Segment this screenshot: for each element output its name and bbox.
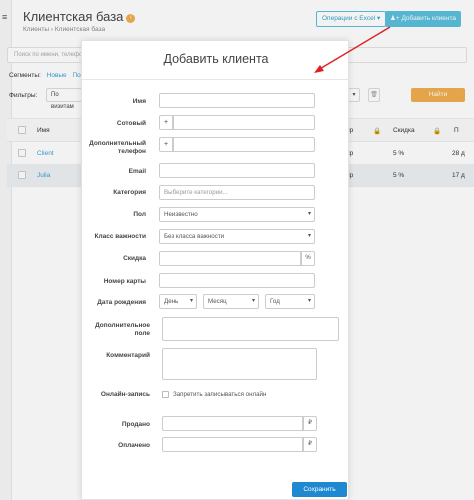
mobile-input[interactable]	[173, 115, 315, 130]
extra-field-label: Дополнительное поле	[95, 322, 150, 337]
discount-input[interactable]	[159, 251, 301, 266]
extra-phone-label: Дополнительный телефон	[89, 140, 146, 155]
extra-phone-prefix: +	[159, 137, 173, 152]
year-value: Год	[270, 298, 280, 305]
extra-field-textarea[interactable]	[162, 317, 339, 341]
percent-suffix: %	[301, 251, 315, 266]
gender-label: Пол	[133, 211, 146, 218]
chevron-down-icon: ▾	[251, 298, 255, 304]
category-select[interactable]: Выберите категории...	[159, 185, 315, 200]
chevron-down-icon: ▾	[307, 211, 311, 217]
chevron-down-icon: ▾	[307, 233, 311, 239]
birthday-label: Дата рождения	[97, 299, 146, 306]
day-value: День	[164, 298, 179, 305]
birthday-year-select[interactable]: Год ▾	[265, 294, 315, 309]
birthday-month-select[interactable]: Месяц ▾	[203, 294, 259, 309]
online-booking-label: Онлайн-запись	[100, 391, 150, 398]
comment-label: Комментарий	[106, 352, 150, 359]
sold-label: Продано	[121, 421, 150, 428]
mobile-label: Сотовый	[116, 120, 146, 127]
category-label: Категория	[113, 189, 146, 196]
online-booking-checkbox-label[interactable]: Запретить записываться онлайн	[173, 391, 266, 398]
save-button[interactable]: Сохранить	[292, 482, 347, 497]
chevron-down-icon: ▾	[307, 298, 311, 304]
extra-phone-input[interactable]	[173, 137, 315, 152]
ruble-suffix: ₽	[303, 437, 317, 452]
comment-textarea[interactable]	[162, 348, 317, 380]
name-label: Имя	[132, 98, 146, 105]
modal-title: Добавить клиента	[163, 52, 269, 66]
sold-input[interactable]	[162, 416, 303, 431]
importance-label: Класс важности	[94, 233, 147, 240]
paid-input[interactable]	[162, 437, 303, 452]
discount-label: Скидка	[123, 255, 146, 262]
email-label: Email	[128, 168, 146, 175]
birthday-day-select[interactable]: День ▾	[159, 294, 197, 309]
card-input[interactable]	[159, 273, 315, 288]
importance-select[interactable]: Без класса важности ▾	[159, 229, 315, 244]
chevron-down-icon: ▾	[189, 298, 193, 304]
name-input[interactable]	[159, 93, 315, 108]
paid-label: Оплачено	[118, 442, 150, 449]
month-value: Месяц	[208, 298, 227, 305]
card-label: Номер карты	[103, 278, 146, 285]
gender-value: Неизвестно	[164, 211, 198, 218]
email-input[interactable]	[159, 163, 315, 178]
modal-divider	[82, 79, 350, 80]
ruble-suffix: ₽	[303, 416, 317, 431]
importance-value: Без класса важности	[164, 233, 225, 240]
gender-select[interactable]: Неизвестно ▾	[159, 207, 315, 222]
mobile-prefix: +	[159, 115, 173, 130]
add-client-modal: Добавить клиента Имя Сотовый + Дополните…	[81, 40, 350, 500]
online-booking-checkbox[interactable]	[162, 391, 169, 398]
